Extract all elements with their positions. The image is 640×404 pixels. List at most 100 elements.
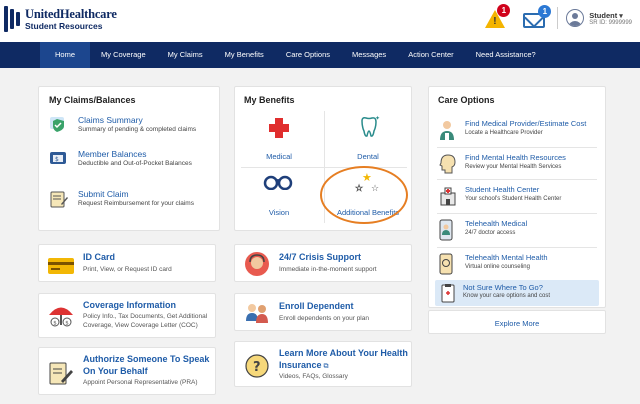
benefit-medical[interactable]: Medical bbox=[235, 113, 323, 167]
headset-person-icon bbox=[245, 252, 269, 276]
telehealth-medical-desc: 24/7 doctor access bbox=[465, 229, 516, 236]
user-avatar-icon[interactable] bbox=[566, 9, 585, 27]
id-card-desc: Print, View, or Request ID card bbox=[83, 266, 172, 273]
telehealth-mental-title: Telehealth Mental Health bbox=[465, 253, 548, 262]
svg-text:$: $ bbox=[55, 156, 59, 163]
benefit-vision[interactable]: Vision bbox=[235, 169, 323, 223]
document-sign-icon bbox=[49, 362, 73, 385]
nav-my-coverage[interactable]: My Coverage bbox=[90, 42, 157, 68]
enroll-dependent-desc: Enroll dependents on your plan bbox=[279, 315, 369, 322]
not-sure-title: Not Sure Where To Go? bbox=[463, 283, 543, 292]
alerts-button[interactable]: ! 1 bbox=[483, 4, 511, 30]
learn-more-tile[interactable]: ? Learn More About Your Health Insurance… bbox=[234, 341, 412, 387]
coverage-info-tile[interactable]: $ $ Coverage Information Policy Info., Ta… bbox=[38, 293, 216, 338]
submit-claim-link[interactable]: Submit Claim Request Reimbursement for y… bbox=[49, 189, 194, 208]
coverage-info-title: Coverage Information bbox=[83, 300, 177, 310]
student-health-center-title: Student Health Center bbox=[465, 185, 540, 194]
messages-badge: 1 bbox=[538, 5, 552, 18]
phone-doctor-icon bbox=[437, 219, 457, 241]
svg-text:?: ? bbox=[253, 360, 261, 375]
chevron-down-icon[interactable]: ▾ bbox=[619, 13, 623, 20]
nav-my-benefits[interactable]: My Benefits bbox=[214, 42, 275, 68]
clipboard-icon bbox=[441, 284, 455, 303]
crisis-support-title: 24/7 Crisis Support bbox=[279, 252, 362, 262]
phone-mental-icon bbox=[437, 253, 457, 275]
shield-check-icon bbox=[49, 115, 69, 133]
mental-health-desc: Review your Mental Health Services bbox=[465, 163, 562, 170]
telehealth-medical-title: Telehealth Medical bbox=[465, 219, 528, 228]
nav-home[interactable]: Home bbox=[40, 42, 91, 68]
id-card-icon bbox=[48, 258, 74, 274]
top-header: UnitedHealthcare Student Resources ! 1 1… bbox=[0, 0, 640, 42]
nav-care-options[interactable]: Care Options bbox=[275, 42, 341, 68]
nav-action-center[interactable]: Action Center bbox=[397, 42, 464, 68]
nav-messages[interactable]: Messages bbox=[341, 42, 397, 68]
member-balances-title: Member Balances bbox=[78, 149, 147, 159]
alerts-badge: 1 bbox=[497, 4, 511, 17]
nav-need-assistance[interactable]: Need Assistance? bbox=[465, 42, 547, 68]
claims-summary-link[interactable]: Claims Summary Summary of pending & comp… bbox=[49, 115, 196, 134]
claims-summary-desc: Summary of pending & completed claims bbox=[78, 126, 197, 133]
enroll-dependent-title: Enroll Dependent bbox=[279, 301, 354, 311]
user-menu[interactable]: Student ▾ SR ID: 9999999 bbox=[589, 11, 632, 26]
find-provider-desc: Locate a Healthcare Provider bbox=[465, 129, 543, 136]
head-profile-icon bbox=[437, 153, 457, 175]
mental-health-link[interactable]: Find Mental Health Resources Review your… bbox=[437, 153, 597, 175]
document-pencil-icon bbox=[49, 189, 69, 208]
authorize-title-line2: On Your Behalf bbox=[83, 366, 148, 376]
explore-more-button[interactable]: Explore More bbox=[428, 310, 606, 334]
tooth-icon: ✦ bbox=[361, 115, 380, 137]
brand-subtitle: Student Resources bbox=[25, 20, 103, 31]
care-options-card: Care Options Find Medical Provider/Estim… bbox=[428, 86, 606, 308]
wallet-icon: $ bbox=[49, 149, 69, 167]
external-link-icon: ⧉ bbox=[323, 363, 329, 370]
telehealth-medical-link[interactable]: Telehealth Medical 24/7 doctor access bbox=[437, 219, 597, 241]
coverage-info-desc: Policy Info., Tax Documents, Get Additio… bbox=[83, 313, 208, 329]
umbrella-icon: $ $ bbox=[49, 307, 73, 327]
claims-summary-title: Claims Summary bbox=[78, 115, 143, 125]
authorize-tile[interactable]: Authorize Someone To Speak On Your Behal… bbox=[38, 347, 216, 395]
logo-mark-icon bbox=[4, 6, 20, 32]
telehealth-mental-link[interactable]: Telehealth Mental Health Virtual online … bbox=[437, 253, 597, 275]
find-provider-title: Find Medical Provider/Estimate Cost bbox=[465, 119, 587, 128]
main-nav: Home My Coverage My Claims My Benefits C… bbox=[0, 42, 640, 68]
nav-my-claims[interactable]: My Claims bbox=[157, 42, 214, 68]
benefit-medical-label: Medical bbox=[266, 152, 292, 161]
messages-button[interactable]: 1 bbox=[521, 5, 552, 29]
svg-text:$: $ bbox=[53, 320, 57, 326]
svg-text:$: $ bbox=[65, 320, 69, 326]
learn-more-desc: Videos, FAQs, Glossary bbox=[279, 373, 348, 380]
submit-claim-title: Submit Claim bbox=[78, 189, 129, 199]
care-card-title: Care Options bbox=[438, 95, 495, 105]
claims-card-title: My Claims/Balances bbox=[49, 95, 136, 105]
benefits-card-title: My Benefits bbox=[244, 95, 295, 105]
enroll-dependent-tile[interactable]: Enroll Dependent Enroll dependents on yo… bbox=[234, 293, 412, 331]
find-provider-link[interactable]: Find Medical Provider/Estimate Cost Loca… bbox=[437, 119, 597, 141]
learn-more-title-line1: Learn More About Your Health bbox=[279, 348, 408, 358]
member-balances-link[interactable]: $ Member Balances Deductible and Out-of-… bbox=[49, 149, 192, 168]
mental-health-title: Find Mental Health Resources bbox=[465, 153, 566, 162]
glasses-icon bbox=[263, 175, 293, 190]
header-divider bbox=[557, 7, 559, 29]
building-icon bbox=[437, 185, 457, 207]
brand-name: UnitedHealthcare bbox=[25, 6, 117, 21]
learn-more-title-line2: Insurance bbox=[279, 360, 322, 370]
member-balances-desc: Deductible and Out-of-Pocket Balances bbox=[78, 160, 192, 167]
not-sure-banner[interactable]: Not Sure Where To Go? Know your care opt… bbox=[435, 280, 599, 306]
brand-logo[interactable]: UnitedHealthcare Student Resources bbox=[4, 6, 117, 32]
user-name: Student bbox=[589, 10, 618, 20]
student-health-center-link[interactable]: Student Health Center Your school's Stud… bbox=[437, 185, 597, 207]
benefit-dental[interactable]: ✦ Dental bbox=[324, 113, 412, 167]
claims-balances-card: My Claims/Balances Claims Summary Summar… bbox=[38, 86, 220, 231]
submit-claim-desc: Request Reimbursement for your claims bbox=[78, 200, 194, 207]
highlight-annotation bbox=[320, 166, 408, 224]
svg-text:✦: ✦ bbox=[375, 115, 380, 122]
authorize-desc: Appoint Personal Representative (PRA) bbox=[83, 379, 198, 386]
medical-cross-icon bbox=[269, 118, 289, 138]
id-card-tile[interactable]: ID Card Print, View, or Request ID card bbox=[38, 244, 216, 282]
user-id: SR ID: 9999999 bbox=[589, 19, 632, 26]
crisis-support-tile[interactable]: 24/7 Crisis Support Immediate in-the-mom… bbox=[234, 244, 412, 282]
explore-more-label: Explore More bbox=[494, 319, 540, 328]
authorize-title-line1: Authorize Someone To Speak bbox=[83, 354, 210, 364]
crisis-support-desc: Immediate in-the-moment support bbox=[279, 266, 377, 273]
